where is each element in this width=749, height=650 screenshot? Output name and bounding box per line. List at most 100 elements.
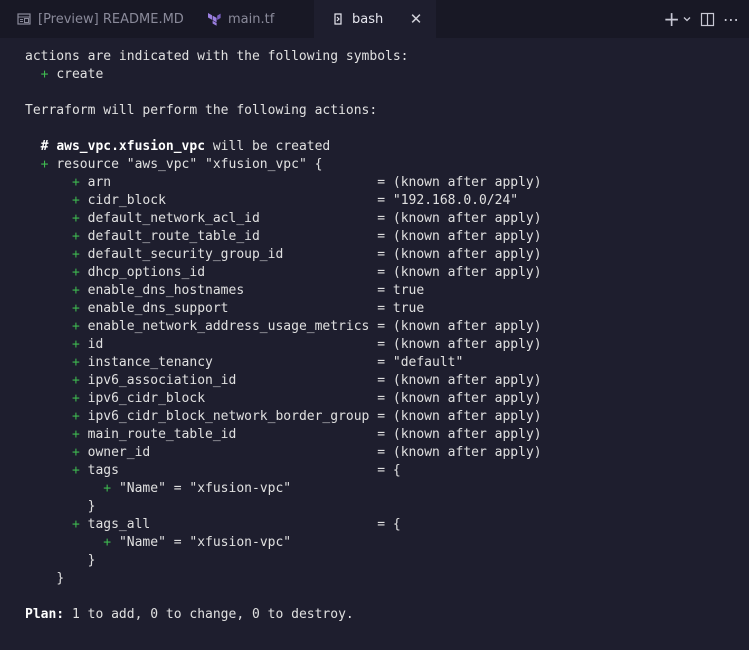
attribute-row: + arn = (known after apply) (71, 175, 542, 190)
attribute-value: (known after apply) (392, 445, 542, 460)
map-close-line: } (87, 499, 96, 514)
tab-label: bash (352, 11, 384, 27)
terminal-line: actions are indicated with the following… (25, 49, 409, 64)
attribute-row: + cidr_block = "192.168.0.0/24" (71, 193, 519, 208)
attribute-row: + default_route_table_id = (known after … (71, 229, 542, 244)
plus-symbol: + (71, 337, 80, 352)
plus-symbol: + (71, 319, 80, 334)
attribute-name: ipv6_association_id (87, 373, 237, 388)
terminal-icon (330, 11, 346, 27)
plus-icon: + (663, 7, 680, 31)
attribute-row: + default_security_group_id = (known aft… (71, 247, 542, 262)
split-editor-icon (700, 12, 715, 26)
attribute-row: + id = (known after apply) (71, 337, 542, 352)
attribute-value: true (392, 283, 425, 298)
plus-symbol: + (71, 247, 80, 262)
attribute-value: (known after apply) (392, 265, 542, 280)
terminal-dropdown-button[interactable] (682, 8, 692, 30)
attribute-value: (known after apply) (392, 391, 542, 406)
attribute-name: ipv6_cidr_block (87, 391, 206, 406)
more-icon: ⋯ (723, 9, 739, 29)
attribute-name: owner_id (87, 445, 151, 460)
plus-symbol: + (71, 193, 80, 208)
attribute-name: main_route_table_id (87, 427, 237, 442)
attribute-value: (known after apply) (392, 247, 542, 262)
plus-symbol: + (71, 373, 80, 388)
plus-symbol: + (71, 211, 80, 226)
plus-symbol: + (71, 265, 80, 280)
new-terminal-button[interactable]: + (663, 8, 680, 30)
tab-main-tf[interactable]: main.tf (190, 0, 314, 38)
attribute-value: "192.168.0.0/24" (392, 193, 519, 208)
tab-label: [Preview] README.MD (38, 11, 184, 27)
attribute-value: (known after apply) (392, 229, 542, 244)
chevron-down-icon (683, 17, 691, 22)
attribute-name: default_route_table_id (87, 229, 260, 244)
attribute-name: arn (87, 175, 112, 190)
attribute-value: (known after apply) (392, 175, 542, 190)
attribute-value: (known after apply) (392, 319, 542, 334)
attribute-name: instance_tenancy (87, 355, 213, 370)
plus-symbol: + (71, 283, 80, 298)
attribute-row: + instance_tenancy = "default" (71, 355, 464, 370)
attribute-value: (known after apply) (392, 427, 542, 442)
map-close-line: } (87, 553, 96, 568)
tab-readme-preview[interactable]: [Preview] README.MD (0, 0, 190, 38)
plus-symbol: + (71, 445, 80, 460)
split-editor-button[interactable] (700, 8, 715, 30)
attribute-name: id (87, 337, 104, 352)
tab-bash-terminal[interactable]: bash ✕ (314, 0, 436, 38)
attribute-value: (known after apply) (392, 373, 542, 388)
plus-symbol: + (71, 301, 80, 316)
plus-symbol: + (71, 409, 80, 424)
attribute-row: + enable_dns_support = true (71, 301, 425, 316)
editor-tab-bar: [Preview] README.MD main.tf bash ✕ + ⋯ (0, 0, 749, 38)
tag-entry-line: + "Name" = "xfusion-vpc" (103, 535, 292, 550)
attribute-value: "default" (392, 355, 464, 370)
attribute-name: default_security_group_id (87, 247, 284, 262)
tags-all-line: + tags_all = { (71, 517, 401, 532)
terminal-line: Terraform will perform the following act… (25, 103, 378, 118)
attribute-value: (known after apply) (392, 337, 542, 352)
attribute-value: (known after apply) (392, 211, 542, 226)
plus-symbol: + (71, 229, 80, 244)
terminal-line: + create (40, 67, 104, 82)
resource-comment-line: # aws_vpc.xfusion_vpc will be created (40, 139, 331, 154)
terminal-output[interactable]: actions are indicated with the following… (0, 38, 749, 650)
plan-summary-line: Plan: 1 to add, 0 to change, 0 to destro… (25, 607, 354, 622)
resource-close-line: } (56, 571, 65, 586)
attribute-name: enable_network_address_usage_metrics (87, 319, 370, 334)
close-icon[interactable]: ✕ (408, 10, 424, 28)
plus-symbol: + (71, 427, 80, 442)
plus-symbol: + (71, 175, 80, 190)
attribute-row: + enable_network_address_usage_metrics =… (71, 319, 542, 334)
attribute-row: + owner_id = (known after apply) (71, 445, 542, 460)
resource-decl-line: + resource "aws_vpc" "xfusion_vpc" { (40, 157, 323, 172)
attribute-row: + dhcp_options_id = (known after apply) (71, 265, 542, 280)
attribute-name: enable_dns_hostnames (87, 283, 245, 298)
plus-symbol: + (71, 391, 80, 406)
attribute-name: ipv6_cidr_block_network_border_group (87, 409, 370, 424)
attribute-name: default_network_acl_id (87, 211, 260, 226)
attribute-name: cidr_block (87, 193, 166, 208)
attribute-name: enable_dns_support (87, 301, 229, 316)
tags-line: + tags = { (71, 463, 401, 478)
attribute-value: true (392, 301, 425, 316)
tag-entry-line: + "Name" = "xfusion-vpc" (103, 481, 292, 496)
attribute-list: + arn = (known after apply) + cidr_block… (25, 174, 749, 462)
attribute-row: + default_network_acl_id = (known after … (71, 211, 542, 226)
attribute-value: (known after apply) (392, 409, 542, 424)
attribute-row: + ipv6_cidr_block_network_border_group =… (71, 409, 542, 424)
more-actions-button[interactable]: ⋯ (723, 8, 739, 30)
preview-icon (16, 11, 32, 27)
tab-actions: + ⋯ (663, 0, 749, 38)
attribute-row: + main_route_table_id = (known after app… (71, 427, 542, 442)
attribute-row: + ipv6_association_id = (known after app… (71, 373, 542, 388)
plus-symbol: + (71, 355, 80, 370)
attribute-row: + enable_dns_hostnames = true (71, 283, 425, 298)
terraform-icon (206, 11, 222, 27)
attribute-name: dhcp_options_id (87, 265, 206, 280)
